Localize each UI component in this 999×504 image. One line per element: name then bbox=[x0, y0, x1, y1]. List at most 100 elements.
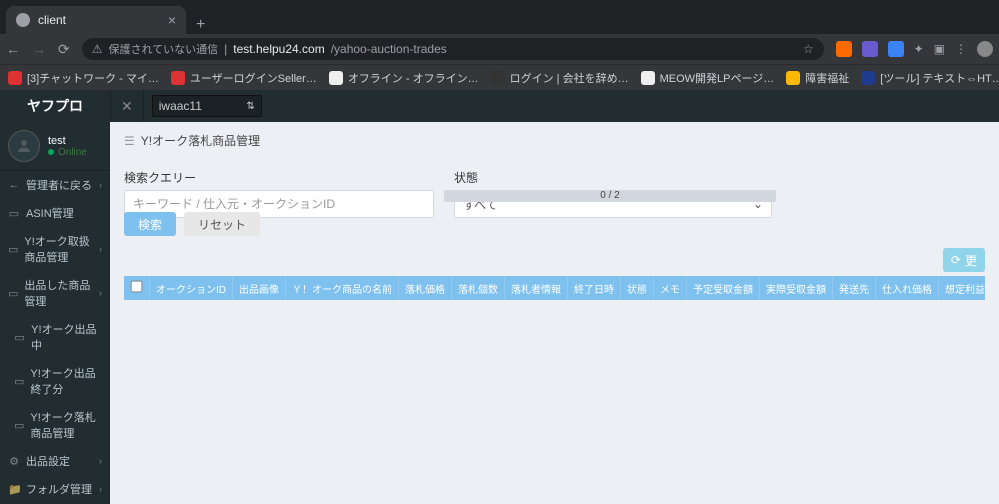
tab-favicon bbox=[16, 13, 30, 27]
window-icon[interactable]: ▣ bbox=[934, 42, 945, 56]
nav-icon: ▭ bbox=[8, 287, 18, 300]
nav-label: フォルダ管理 bbox=[26, 481, 92, 497]
forward-button[interactable]: → bbox=[32, 41, 46, 57]
extension-icon[interactable] bbox=[888, 41, 904, 57]
nav-icon: ▭ bbox=[8, 243, 18, 256]
progress-bar: 0 / 2 bbox=[444, 190, 776, 202]
breadcrumb-text: Y!オーク落札商品管理 bbox=[141, 132, 260, 149]
select-all-header bbox=[124, 276, 150, 300]
sidebar-item[interactable]: ▭ Y!オーク落札商品管理 bbox=[0, 403, 110, 447]
column-header[interactable]: 落札者情報 bbox=[505, 276, 568, 300]
nav-label: 管理者に戻る bbox=[26, 177, 92, 193]
nav-label: Y!オーク出品終了分 bbox=[30, 365, 102, 397]
nav-icon: ▭ bbox=[14, 419, 24, 432]
bookmark-item[interactable]: [3]チャットワーク - マイ… bbox=[8, 70, 159, 86]
sidebar-item[interactable]: ▭Y!オーク出品終了分 bbox=[0, 359, 110, 403]
address-bar[interactable]: ⚠ 保護されていない通信 | test.helpu24.com/yahoo-au… bbox=[82, 38, 824, 60]
chevron-right-icon: › bbox=[99, 456, 102, 466]
column-header[interactable]: メモ bbox=[654, 276, 687, 300]
browser-tab[interactable]: client × bbox=[6, 6, 186, 34]
bookmark-item[interactable]: ユーザーログインSeller… bbox=[171, 70, 317, 86]
column-header[interactable]: 落札個数 bbox=[452, 276, 505, 300]
star-icon[interactable]: ☆ bbox=[803, 42, 814, 56]
profile-avatar[interactable] bbox=[977, 41, 993, 57]
reload-button[interactable]: ⟳ bbox=[58, 41, 70, 58]
column-header[interactable]: 状態 bbox=[621, 276, 654, 300]
insecure-icon: ⚠ bbox=[92, 42, 103, 56]
nav-icon: 📁 bbox=[8, 483, 20, 496]
account-select[interactable]: iwaac11 ⇅ bbox=[152, 95, 262, 117]
search-button[interactable]: 検索 bbox=[124, 212, 176, 236]
nav-label: Y!オーク落札商品管理 bbox=[30, 409, 102, 441]
user-name: test bbox=[48, 135, 87, 147]
sidebar-item[interactable]: ←管理者に戻る› bbox=[0, 171, 110, 199]
close-icon[interactable]: × bbox=[168, 12, 176, 28]
column-header[interactable]: 終了日時 bbox=[568, 276, 621, 300]
column-header[interactable]: オークションID bbox=[150, 276, 233, 300]
nav-label: Y!オーク出品中 bbox=[31, 321, 102, 353]
sidebar-item[interactable]: ▭ 出品した商品管理 › bbox=[0, 271, 110, 315]
chevron-right-icon: › bbox=[99, 180, 102, 190]
new-tab-button[interactable]: + bbox=[186, 16, 215, 34]
bookmark-item[interactable]: [ツール] テキスト⇔HT… bbox=[861, 70, 999, 86]
extension-icons: ✦ ▣ ⋮ bbox=[836, 41, 993, 57]
avatar bbox=[8, 130, 40, 162]
bookmark-icon bbox=[171, 71, 185, 85]
reset-button[interactable]: リセット bbox=[184, 212, 260, 236]
update-button[interactable]: ⟳ 更 bbox=[943, 248, 985, 272]
app-header: ヤフプロ ✕ iwaac11 ⇅ bbox=[0, 90, 999, 122]
column-header[interactable]: 出品画像 bbox=[233, 276, 286, 300]
status-label: 状態 bbox=[454, 169, 772, 186]
close-panel-button[interactable]: ✕ bbox=[110, 90, 144, 122]
bookmark-icon bbox=[861, 71, 875, 85]
nav-label: ASIN管理 bbox=[26, 205, 74, 221]
user-panel: test Online bbox=[0, 122, 110, 171]
back-button[interactable]: ← bbox=[6, 41, 20, 57]
url-separator: | bbox=[224, 42, 227, 56]
nav-label: 出品設定 bbox=[26, 453, 70, 469]
user-status: Online bbox=[48, 147, 87, 158]
account-value: iwaac11 bbox=[159, 99, 202, 113]
brand-logo[interactable]: ヤフプロ bbox=[0, 96, 110, 116]
bookmark-item[interactable]: ログイン | 会社を辞め… bbox=[491, 70, 629, 86]
nav-label: 出品した商品管理 bbox=[24, 277, 93, 309]
column-header[interactable]: 想定利益 bbox=[939, 276, 986, 300]
column-header[interactable]: 発送先 bbox=[833, 276, 876, 300]
bookmark-item[interactable]: オフライン - オフライン… bbox=[329, 70, 479, 86]
column-header[interactable]: 実際受取金額 bbox=[760, 276, 833, 300]
tab-title: client bbox=[38, 13, 66, 27]
chevron-right-icon: › bbox=[99, 288, 102, 298]
menu-icon[interactable]: ⋮ bbox=[955, 42, 967, 56]
bookmark-item[interactable]: 障害福祉 bbox=[786, 70, 849, 86]
bookmark-icon bbox=[491, 71, 505, 85]
sidebar: test Online ←管理者に戻る›▭ASIN管理▭Y!オーク取扱商品管理›… bbox=[0, 122, 110, 504]
sidebar-item[interactable]: ▭ ASIN管理 bbox=[0, 199, 110, 227]
browser-tab-strip: client × + bbox=[0, 0, 999, 34]
chevron-right-icon: › bbox=[99, 484, 102, 494]
results-table: オークションID出品画像Ｙ！オーク商品の名前落札価格落札個数落札者情報終了日時状… bbox=[124, 276, 985, 300]
bookmarks-bar: [3]チャットワーク - マイ… ユーザーログインSeller… オフライン -… bbox=[0, 64, 999, 90]
chevron-right-icon: › bbox=[99, 244, 102, 254]
bookmark-item[interactable]: MEOW開発LPページ… bbox=[641, 70, 775, 86]
column-header[interactable]: 予定受取金額 bbox=[687, 276, 760, 300]
nav-icon: ⚙ bbox=[8, 455, 20, 468]
bookmark-icon bbox=[641, 71, 655, 85]
progress-text: 0 / 2 bbox=[600, 190, 619, 201]
extension-icon[interactable] bbox=[862, 41, 878, 57]
column-header[interactable]: 落札価格 bbox=[399, 276, 452, 300]
select-all-checkbox[interactable] bbox=[131, 281, 143, 293]
column-header[interactable]: Ｙ！オーク商品の名前 bbox=[286, 276, 399, 300]
browser-toolbar: ← → ⟳ ⚠ 保護されていない通信 | test.helpu24.com/ya… bbox=[0, 34, 999, 64]
bookmark-icon bbox=[786, 71, 800, 85]
nav-label: Y!オーク取扱商品管理 bbox=[24, 233, 93, 265]
nav-icon: ▭ bbox=[8, 207, 20, 220]
sidebar-item[interactable]: ⚙ 出品設定 › bbox=[0, 447, 110, 475]
sidebar-item[interactable]: ▭ Y!オーク取扱商品管理 › bbox=[0, 227, 110, 271]
sidebar-item[interactable]: 📁 フォルダ管理 › bbox=[0, 475, 110, 503]
column-header[interactable]: 仕入れ価格 bbox=[876, 276, 939, 300]
nav-icon: ▭ bbox=[14, 331, 25, 344]
chevron-updown-icon: ⇅ bbox=[246, 101, 254, 112]
extension-icon[interactable] bbox=[836, 41, 852, 57]
sidebar-item[interactable]: ▭ Y!オーク出品中 bbox=[0, 315, 110, 359]
extensions-icon[interactable]: ✦ bbox=[914, 42, 924, 56]
